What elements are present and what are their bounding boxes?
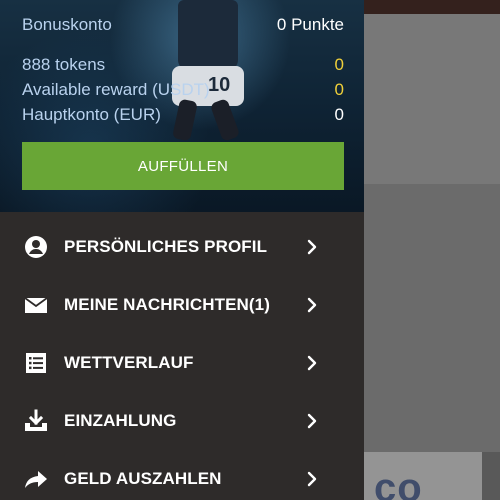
menu-item-label: PERSÖNLICHES PROFIL xyxy=(64,237,268,256)
menu-item-label: GELD AUSZAHLEN xyxy=(64,469,222,488)
chevron-right-icon xyxy=(307,413,317,429)
chevron-right-icon xyxy=(307,471,317,487)
main-account-label: Hauptkonto (EUR) xyxy=(22,105,161,124)
drawer-overlay[interactable] xyxy=(364,0,500,500)
reward-value: 0 xyxy=(334,80,344,99)
bonus-account-row: Bonuskonto 0 Punkte xyxy=(22,15,344,35)
main-account-row: Hauptkonto (EUR) 0 xyxy=(22,105,344,125)
reward-label: Available reward (USDT) xyxy=(22,80,210,99)
tokens-value: 0 xyxy=(334,55,344,74)
account-header: 10 Bonuskonto 0 Punkte 888 tokens 0 Avai… xyxy=(0,0,364,212)
share-arrow-icon xyxy=(25,471,47,488)
user-circle-icon xyxy=(25,236,47,258)
menu-item-bet-history[interactable]: WETTVERLAUF xyxy=(0,334,364,392)
bonus-account-value: 0 Punkte xyxy=(276,15,344,34)
bonus-account-label: Bonuskonto xyxy=(22,15,112,34)
main-account-value: 0 xyxy=(334,105,344,124)
menu-item-label: MEINE NACHRICHTEN(1) xyxy=(64,295,270,314)
list-icon xyxy=(26,353,46,373)
top-up-button[interactable]: AUFFÜLLEN xyxy=(22,142,344,190)
reward-row: Available reward (USDT) 0 xyxy=(22,80,344,100)
side-drawer: 10 Bonuskonto 0 Punkte 888 tokens 0 Avai… xyxy=(0,0,364,500)
menu-item-deposit[interactable]: EINZAHLUNG xyxy=(0,392,364,450)
menu-item-personal-profile[interactable]: PERSÖNLICHES PROFIL xyxy=(0,218,364,276)
chevron-right-icon xyxy=(307,297,317,313)
chevron-right-icon xyxy=(307,239,317,255)
tokens-label: 888 tokens xyxy=(22,55,106,74)
envelope-icon xyxy=(24,297,48,313)
menu-item-messages[interactable]: MEINE NACHRICHTEN(1) xyxy=(0,276,364,334)
menu-item-label: WETTVERLAUF xyxy=(64,353,194,372)
tokens-row: 888 tokens 0 xyxy=(22,55,344,75)
menu-item-label: EINZAHLUNG xyxy=(64,411,177,430)
chevron-right-icon xyxy=(307,355,317,371)
menu-item-withdraw[interactable]: GELD AUSZAHLEN xyxy=(0,450,364,500)
download-tray-icon xyxy=(25,409,47,431)
